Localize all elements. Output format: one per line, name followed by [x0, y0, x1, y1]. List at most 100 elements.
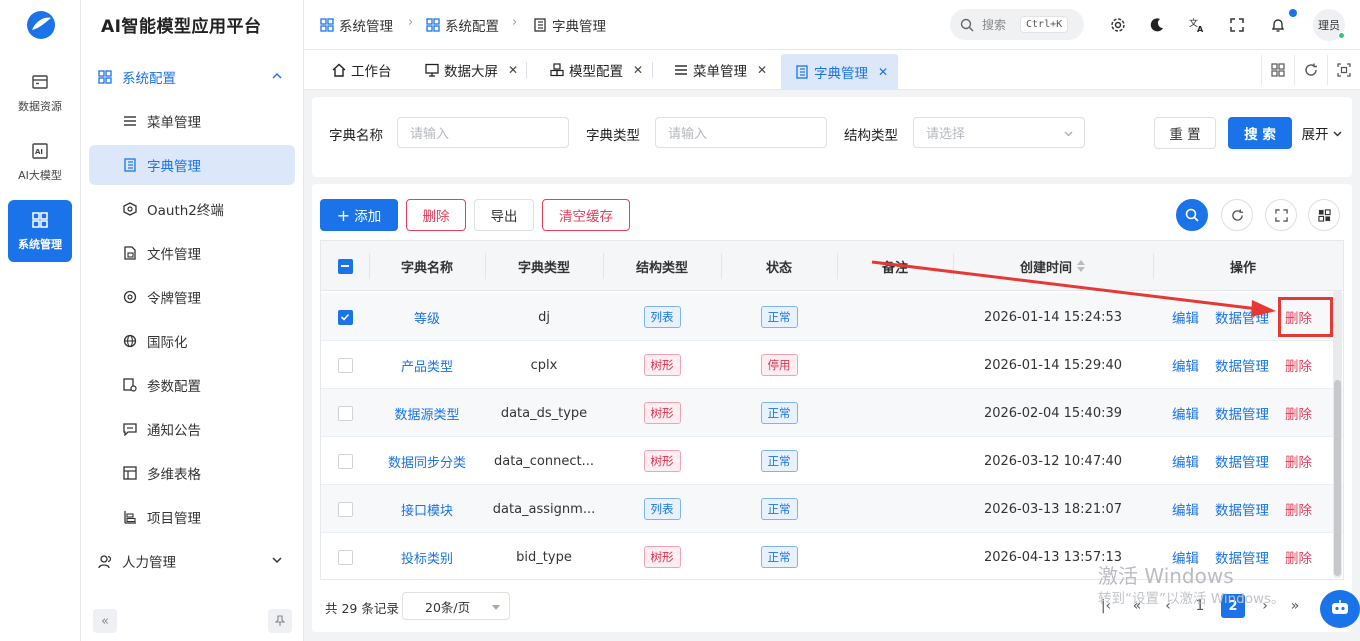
tab-data-screen[interactable]: 数据大屏 ✕: [417, 54, 526, 86]
tab-layout-button[interactable]: [1261, 55, 1293, 85]
sidebar-item-multi-table[interactable]: 多维表格: [89, 453, 295, 493]
edit-link[interactable]: 编辑: [1172, 499, 1199, 519]
delete-link[interactable]: 删除: [1285, 547, 1312, 567]
close-icon[interactable]: ✕: [757, 63, 767, 77]
delete-link[interactable]: 删除: [1285, 499, 1312, 519]
dict-name-link[interactable]: 投标类别: [369, 533, 485, 579]
data-management-link[interactable]: 数据管理: [1215, 451, 1269, 471]
pin-sidebar-button[interactable]: [268, 609, 292, 633]
delete-link[interactable]: 删除: [1285, 355, 1312, 375]
data-management-link[interactable]: 数据管理: [1215, 307, 1269, 327]
row-checkbox[interactable]: [337, 549, 353, 565]
bell-icon[interactable]: [1269, 16, 1287, 34]
row-checkbox[interactable]: [337, 309, 353, 325]
row-checkbox[interactable]: [337, 453, 353, 469]
struct-type-select[interactable]: 请选择: [913, 117, 1085, 148]
scrollbar-thumb[interactable]: [1334, 380, 1341, 576]
table-row[interactable]: 接口模块 data_assignm... 列表 正常 2026-03-13 18:21:…: [321, 485, 1343, 533]
row-checkbox[interactable]: [337, 357, 353, 373]
dict-name-link[interactable]: 接口模块: [369, 485, 485, 533]
toggle-search-button[interactable]: [1176, 199, 1208, 231]
edit-link[interactable]: 编辑: [1172, 355, 1199, 375]
settings-gear-icon[interactable]: [1109, 16, 1127, 34]
data-management-link[interactable]: 数据管理: [1215, 499, 1269, 519]
row-select-cell[interactable]: [321, 293, 369, 341]
breadcrumb-item[interactable]: 系统管理: [320, 15, 393, 35]
search-button[interactable]: 搜 索: [1228, 117, 1292, 149]
menu-group-hr[interactable]: 人力管理: [81, 542, 304, 580]
edit-link[interactable]: 编辑: [1172, 403, 1199, 423]
fullscreen-table-button[interactable]: [1265, 199, 1297, 231]
table-scrollbar[interactable]: [1333, 290, 1342, 578]
edit-link[interactable]: 编辑: [1172, 307, 1199, 327]
close-icon[interactable]: ✕: [878, 65, 888, 79]
dict-type-input[interactable]: 请输入: [655, 117, 827, 148]
translate-icon[interactable]: 文A: [1188, 16, 1206, 34]
dict-name-link[interactable]: 等级: [369, 293, 485, 341]
column-settings-button[interactable]: [1308, 199, 1340, 231]
column-header-ops: 操作: [1229, 260, 1256, 276]
sidebar-item-oauth2[interactable]: Oauth2终端: [89, 189, 295, 229]
global-search[interactable]: 搜索 Ctrl+K: [950, 9, 1084, 40]
tab-maximize-button[interactable]: [1327, 55, 1359, 85]
next-group-icon[interactable]: »: [1283, 594, 1307, 618]
sidebar-item-project-management[interactable]: 项目管理: [89, 497, 295, 537]
collapse-sidebar-button[interactable]: «: [93, 609, 117, 633]
tab-workbench[interactable]: 工作台: [324, 54, 400, 86]
tab-model-config[interactable]: 模型配置 ✕: [542, 54, 651, 86]
page-size-select[interactable]: 20条/页: [402, 592, 510, 620]
fullscreen-icon[interactable]: [1228, 16, 1246, 34]
menu-group-system-config[interactable]: 系统配置: [81, 58, 304, 96]
rail-item-system-management[interactable]: 系统管理: [8, 200, 72, 262]
delete-link[interactable]: 删除: [1285, 403, 1312, 423]
add-button[interactable]: + 添加: [320, 199, 398, 231]
table-row[interactable]: 数据同步分类 data_connect... 树形 正常 2026-03-12 10:4…: [321, 437, 1343, 485]
reset-button[interactable]: 重 置: [1154, 117, 1216, 149]
export-button[interactable]: 导出: [474, 199, 534, 231]
row-select-cell[interactable]: [321, 533, 369, 579]
dark-mode-moon-icon[interactable]: [1148, 16, 1166, 34]
clear-cache-button[interactable]: 清空缓存: [542, 199, 630, 231]
table-row[interactable]: 产品类型 cplx 树形 停用 2026-01-14 15:29:40 编辑 数据管理 删除: [321, 341, 1343, 389]
sidebar-item-i18n[interactable]: 国际化: [89, 321, 295, 361]
row-select-cell[interactable]: [321, 485, 369, 533]
sidebar-item-notice[interactable]: 通知公告: [89, 409, 295, 449]
sidebar-item-token-management[interactable]: 令牌管理: [89, 277, 295, 317]
dict-name-input[interactable]: 请输入: [397, 117, 569, 148]
column-header-created[interactable]: 创建时间: [953, 241, 1153, 291]
table-row[interactable]: 数据源类型 data_ds_type 树形 正常 2026-02-04 15:40:39…: [321, 389, 1343, 437]
delete-button[interactable]: 删除: [406, 199, 466, 231]
sidebar-item-param-config[interactable]: 参数配置: [89, 365, 295, 405]
sidebar-item-menu-management[interactable]: 菜单管理: [89, 101, 295, 141]
sidebar-item-file-management[interactable]: 文件管理: [89, 233, 295, 273]
close-icon[interactable]: ✕: [508, 63, 518, 77]
expand-toggle[interactable]: 展开: [1298, 117, 1346, 149]
data-management-link[interactable]: 数据管理: [1215, 403, 1269, 423]
row-select-cell[interactable]: [321, 389, 369, 437]
row-checkbox[interactable]: [337, 405, 353, 421]
breadcrumb-item[interactable]: 系统配置: [426, 15, 499, 35]
tab-refresh-button[interactable]: [1294, 55, 1326, 85]
sidebar-item-dictionary-management[interactable]: 字典管理: [89, 145, 295, 185]
refresh-table-button[interactable]: [1221, 199, 1253, 231]
dict-name-link[interactable]: 产品类型: [369, 341, 485, 389]
row-select-cell[interactable]: [321, 437, 369, 485]
sort-icon[interactable]: [1076, 259, 1086, 273]
select-all-cell[interactable]: [321, 241, 369, 291]
delete-link[interactable]: 删除: [1285, 451, 1312, 471]
row-select-cell[interactable]: [321, 341, 369, 389]
row-checkbox[interactable]: [337, 501, 353, 517]
close-icon[interactable]: ✕: [633, 63, 643, 77]
dict-name-link[interactable]: 数据同步分类: [369, 437, 485, 485]
assistant-bot-button[interactable]: [1320, 590, 1360, 628]
table-row[interactable]: 等级 dj 列表 正常 2026-01-14 15:24:53 编辑 数据管理 删除: [321, 293, 1343, 341]
user-avatar[interactable]: 理员: [1313, 9, 1345, 41]
tab-dictionary-management[interactable]: 字典管理 ✕: [781, 54, 899, 90]
rail-item-ai-model[interactable]: AI AI大模型: [8, 131, 72, 193]
dict-name-link[interactable]: 数据源类型: [369, 389, 485, 437]
select-all-checkbox[interactable]: [337, 258, 353, 274]
data-management-link[interactable]: 数据管理: [1215, 355, 1269, 375]
edit-link[interactable]: 编辑: [1172, 451, 1199, 471]
rail-item-data-resources[interactable]: 数据资源: [8, 62, 72, 124]
tab-menu-management[interactable]: 菜单管理 ✕: [666, 54, 775, 86]
